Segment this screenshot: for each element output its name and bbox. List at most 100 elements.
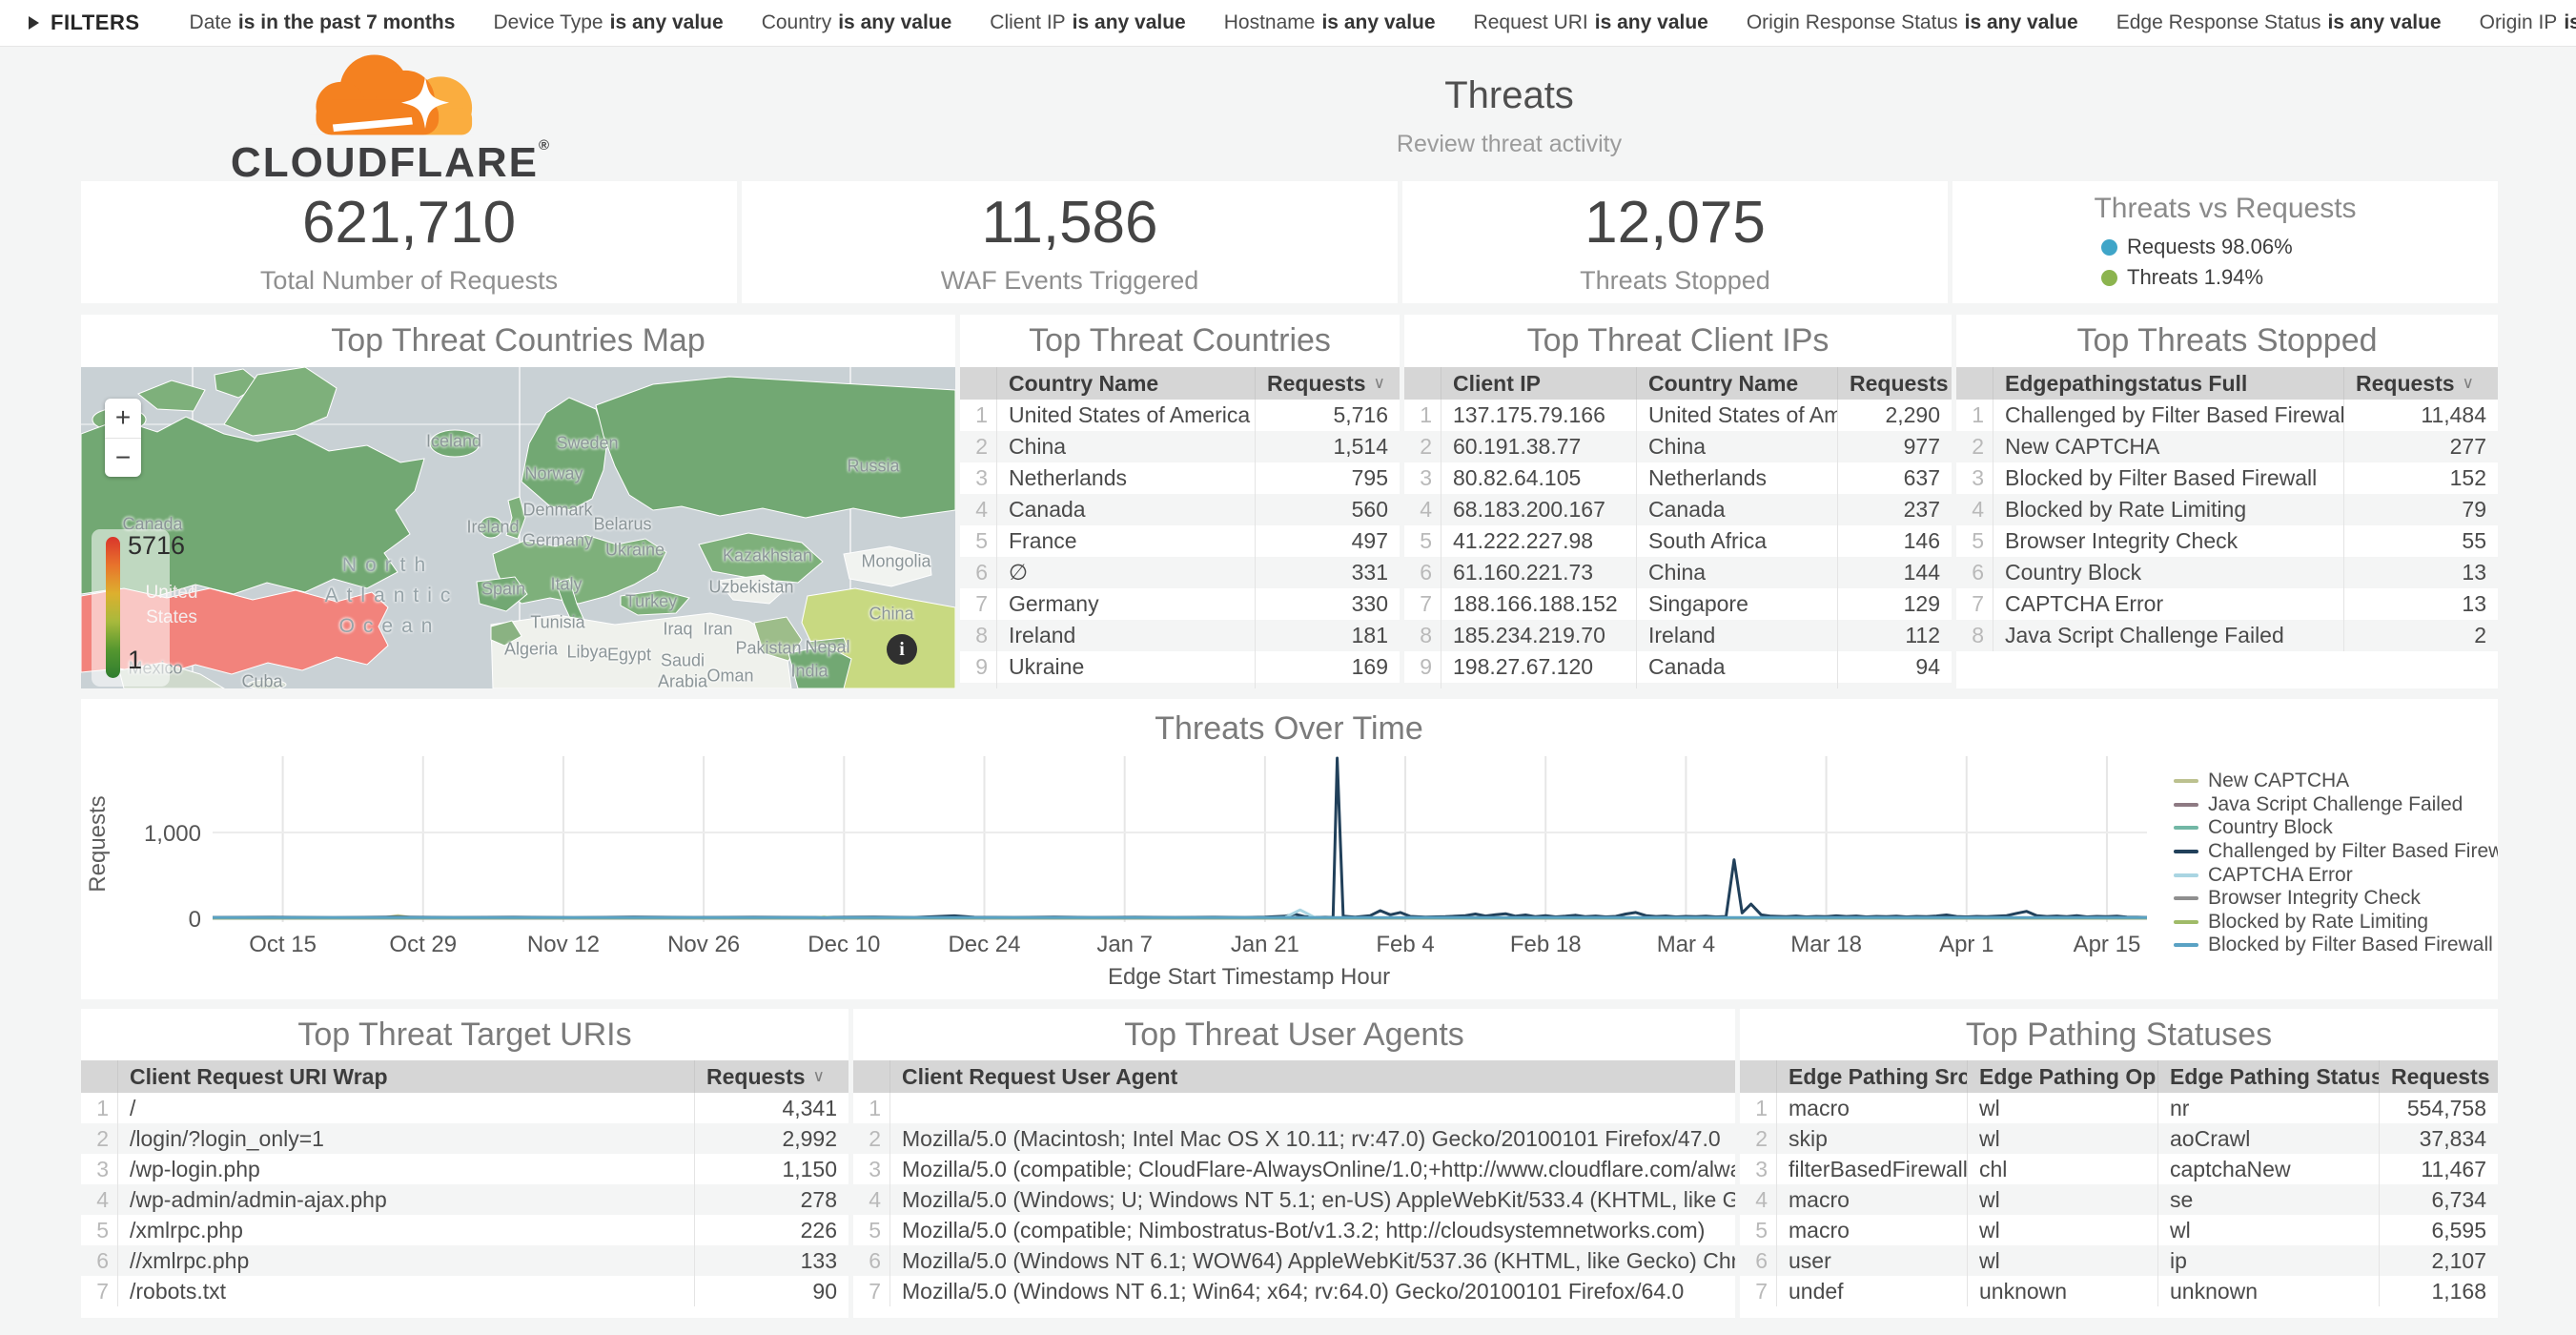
table-row[interactable]: 7CAPTCHA Error13 bbox=[1956, 588, 2498, 620]
table-cell: 977 bbox=[1837, 431, 1952, 462]
table-row[interactable]: 1061.160.247.127China88 bbox=[1404, 683, 1952, 688]
table-row[interactable]: 7188.166.188.152Singapore129 bbox=[1404, 588, 1952, 620]
stat-label: Threats Stopped bbox=[1580, 266, 1770, 296]
top-threats-stopped-panel: Top Threats Stopped Edgepathingstatus Fu… bbox=[1956, 315, 2498, 688]
table-row[interactable]: 4Blocked by Rate Limiting79 bbox=[1956, 494, 2498, 525]
table-row[interactable]: 4macrowlse6,734 bbox=[1740, 1184, 2498, 1215]
table-cell: / bbox=[117, 1093, 694, 1123]
filter-item[interactable]: Origin IPis any value bbox=[2480, 11, 2576, 34]
rank-column-header bbox=[853, 1060, 889, 1093]
column-header[interactable]: Requests∨ bbox=[2379, 1060, 2498, 1093]
filters-toggle[interactable]: FILTERS bbox=[29, 10, 140, 35]
info-icon[interactable]: i bbox=[887, 634, 917, 665]
table-row[interactable]: 5Browser Integrity Check55 bbox=[1956, 525, 2498, 557]
filter-item[interactable]: Countryis any value bbox=[762, 11, 952, 34]
table-row[interactable]: 8Java Script Challenge Failed2 bbox=[1956, 620, 2498, 651]
zoom-in-button[interactable]: + bbox=[105, 399, 141, 439]
table-row[interactable]: 3Blocked by Filter Based Firewall152 bbox=[1956, 462, 2498, 494]
filter-item[interactable]: Origin Response Statusis any value bbox=[1747, 11, 2078, 34]
table-row[interactable]: 8185.234.219.70Ireland112 bbox=[1404, 620, 1952, 651]
table-row[interactable]: 3Mozilla/5.0 (compatible; CloudFlare-Alw… bbox=[853, 1154, 1735, 1184]
table-cell: unknown bbox=[1967, 1276, 2157, 1306]
chart-legend-item[interactable]: Browser Integrity Check bbox=[2174, 887, 2498, 911]
table-row[interactable]: 6Country Block13 bbox=[1956, 557, 2498, 588]
row-rank: 7 bbox=[960, 588, 996, 620]
table-row[interactable]: 10Singapore158 bbox=[960, 683, 1400, 688]
legend-item-requests[interactable]: Requests 98.06% bbox=[2101, 235, 2349, 259]
table-cell: 2,290 bbox=[1837, 400, 1952, 431]
column-header[interactable]: Requests∨ bbox=[1837, 367, 1952, 400]
table-row[interactable]: 6userwlip2,107 bbox=[1740, 1245, 2498, 1276]
table-row[interactable]: 3filterBasedFirewallchlcaptchaNew11,467 bbox=[1740, 1154, 2498, 1184]
chart-legend-item[interactable]: Blocked by Rate Limiting bbox=[2174, 911, 2498, 934]
table-row[interactable]: 661.160.221.73China144 bbox=[1404, 557, 1952, 588]
world-map[interactable]: CanadaUnitedStatesMexicoCubaIcelandIrela… bbox=[81, 367, 955, 688]
table-row[interactable]: 4Canada560 bbox=[960, 494, 1400, 525]
column-header[interactable]: Requests∨ bbox=[1255, 367, 1400, 400]
chart-legend-item[interactable]: Challenged by Filter Based Firewall bbox=[2174, 840, 2498, 864]
row-rank: 4 bbox=[960, 494, 996, 525]
table-row[interactable]: 2/login/?login_only=12,992 bbox=[81, 1123, 848, 1154]
column-header[interactable]: Requests∨ bbox=[694, 1060, 848, 1093]
table-row[interactable]: 6//xmlrpc.php133 bbox=[81, 1245, 848, 1276]
row-rank: 5 bbox=[81, 1215, 117, 1245]
row-rank: 4 bbox=[853, 1184, 889, 1215]
table-row[interactable]: 7/robots.txt90 bbox=[81, 1276, 848, 1306]
table-row[interactable]: 7Germany330 bbox=[960, 588, 1400, 620]
filter-item[interactable]: Hostnameis any value bbox=[1224, 11, 1436, 34]
filter-item[interactable]: Client IPis any value bbox=[990, 11, 1185, 34]
table-row[interactable]: 1137.175.79.166United States of America2… bbox=[1404, 400, 1952, 431]
chart-legend-item[interactable]: New CAPTCHA bbox=[2174, 770, 2498, 793]
chart-legend-item[interactable]: Java Script Challenge Failed bbox=[2174, 793, 2498, 817]
row-rank: 1 bbox=[81, 1093, 117, 1123]
table-row[interactable]: 2New CAPTCHA277 bbox=[1956, 431, 2498, 462]
zoom-out-button[interactable]: − bbox=[105, 439, 141, 478]
table-row[interactable]: 1 bbox=[853, 1093, 1735, 1123]
chart-legend-item[interactable]: Blocked by Filter Based Firewall bbox=[2174, 934, 2498, 957]
table-row[interactable]: 1/4,341 bbox=[81, 1093, 848, 1123]
table-row[interactable]: 8Ireland181 bbox=[960, 620, 1400, 651]
table-row[interactable]: 6Mozilla/5.0 (Windows NT 6.1; WOW64) App… bbox=[853, 1245, 1735, 1276]
table-cell: //xmlrpc.php bbox=[117, 1245, 694, 1276]
table-row[interactable]: 5/xmlrpc.php226 bbox=[81, 1215, 848, 1245]
filter-item[interactable]: Device Typeis any value bbox=[493, 11, 723, 34]
table-row[interactable]: 9198.27.67.120Canada94 bbox=[1404, 651, 1952, 683]
table-row[interactable]: 1macrowlnr554,758 bbox=[1740, 1093, 2498, 1123]
table-cell: Browser Integrity Check bbox=[1993, 525, 2343, 557]
table-row[interactable]: 1Challenged by Filter Based Firewall11,4… bbox=[1956, 400, 2498, 431]
column-header: Country Name bbox=[996, 367, 1255, 400]
table-row[interactable]: 1United States of America5,716 bbox=[960, 400, 1400, 431]
table-cell: 152 bbox=[2343, 462, 2498, 494]
table-row[interactable]: 7undefunknownunknown1,168 bbox=[1740, 1276, 2498, 1306]
filter-item[interactable]: Request URIis any value bbox=[1474, 11, 1708, 34]
table-row[interactable]: 541.222.227.98South Africa146 bbox=[1404, 525, 1952, 557]
legend-item-threats[interactable]: Threats 1.94% bbox=[2101, 265, 2349, 290]
table-row[interactable]: 9Ukraine169 bbox=[960, 651, 1400, 683]
table-row[interactable]: 4/wp-admin/admin-ajax.php278 bbox=[81, 1184, 848, 1215]
table-row[interactable]: 2China1,514 bbox=[960, 431, 1400, 462]
table-cell: Canada bbox=[1636, 651, 1837, 683]
row-rank: 7 bbox=[1740, 1276, 1776, 1306]
table-row[interactable]: 5France497 bbox=[960, 525, 1400, 557]
chart-legend-item[interactable]: Country Block bbox=[2174, 816, 2498, 840]
table-row[interactable]: 2skipwlaoCrawl37,834 bbox=[1740, 1123, 2498, 1154]
table-row[interactable]: 6∅331 bbox=[960, 557, 1400, 588]
table-row[interactable]: 3Netherlands795 bbox=[960, 462, 1400, 494]
table-row[interactable]: 468.183.200.167Canada237 bbox=[1404, 494, 1952, 525]
table-row[interactable]: 4Mozilla/5.0 (Windows; U; Windows NT 5.1… bbox=[853, 1184, 1735, 1215]
table-row[interactable]: 5Mozilla/5.0 (compatible; Nimbostratus-B… bbox=[853, 1215, 1735, 1245]
table-cell: 277 bbox=[2343, 431, 2498, 462]
series-label: Java Script Challenge Failed bbox=[2208, 793, 2463, 816]
chart-legend-item[interactable]: CAPTCHA Error bbox=[2174, 863, 2498, 887]
filter-item[interactable]: Edge Response Statusis any value bbox=[2116, 11, 2442, 34]
filter-item[interactable]: Dateis in the past 7 months bbox=[190, 11, 456, 34]
table-row[interactable]: 7Mozilla/5.0 (Windows NT 6.1; Win64; x64… bbox=[853, 1276, 1735, 1306]
table-row[interactable]: 5macrowlwl6,595 bbox=[1740, 1215, 2498, 1245]
table-row[interactable]: 380.82.64.105Netherlands637 bbox=[1404, 462, 1952, 494]
table-row[interactable]: 260.191.38.77China977 bbox=[1404, 431, 1952, 462]
column-header[interactable]: Requests∨ bbox=[2343, 367, 2498, 400]
panel-title: Top Threat Countries bbox=[960, 315, 1400, 367]
table-row[interactable]: 2Mozilla/5.0 (Macintosh; Intel Mac OS X … bbox=[853, 1123, 1735, 1154]
table-cell: China bbox=[1636, 431, 1837, 462]
table-row[interactable]: 3/wp-login.php1,150 bbox=[81, 1154, 848, 1184]
